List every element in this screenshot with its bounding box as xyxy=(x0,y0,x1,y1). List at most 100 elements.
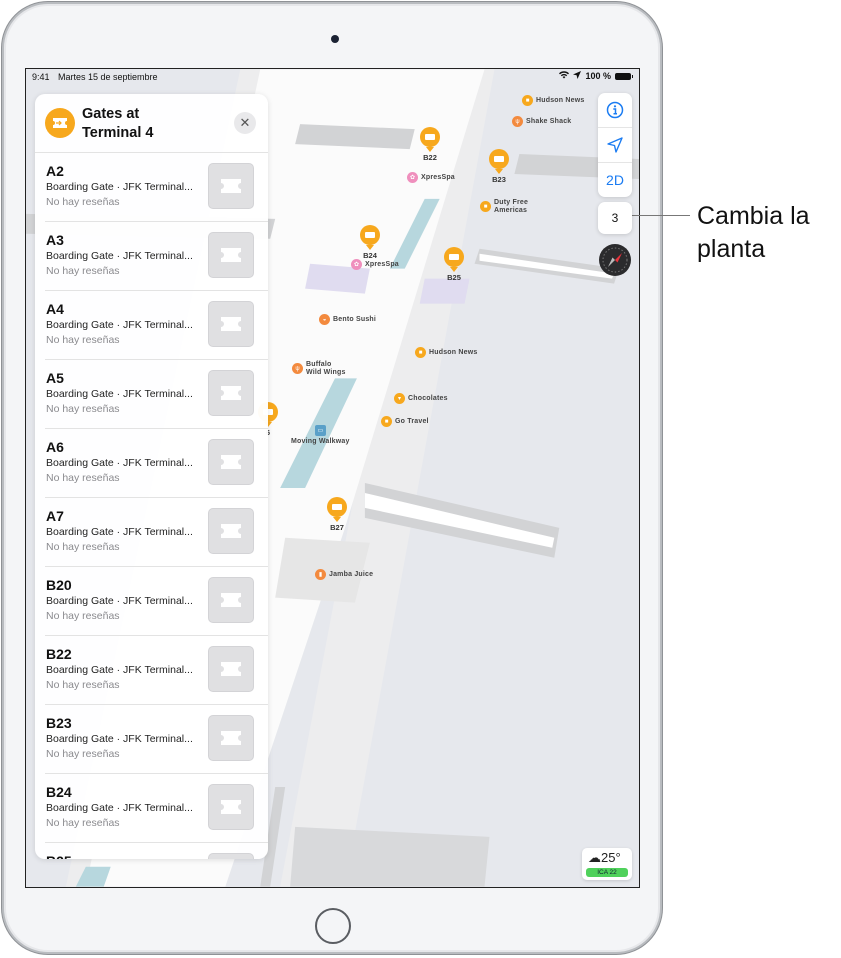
gate-pin[interactable]: B24 xyxy=(360,225,380,260)
status-time: 9:41 xyxy=(32,72,50,82)
poi-marker[interactable]: ▾ Chocolates xyxy=(394,393,448,404)
callout-text: Cambia la planta xyxy=(697,202,810,263)
gate-list-item[interactable]: B25 xyxy=(45,843,268,859)
screen: 9:41 Martes 15 de septiembre 100 % B22 B… xyxy=(25,68,640,888)
cloud-icon: ☁ xyxy=(588,850,601,865)
poi-marker[interactable]: ✿ XpresSpa xyxy=(351,259,399,270)
gate-name: A4 xyxy=(46,301,64,317)
spa-icon: ✿ xyxy=(351,259,362,270)
gate-name: B24 xyxy=(46,784,72,800)
restaurant-icon: ψ xyxy=(292,363,303,374)
poi-marker[interactable]: ψ Buffalo Wild Wings xyxy=(292,361,346,376)
ticket-icon xyxy=(221,317,241,331)
gate-thumbnail xyxy=(208,784,254,830)
poi-marker[interactable]: ▮ Jamba Juice xyxy=(315,569,373,580)
gate-pin-label: B25 xyxy=(447,273,461,282)
floor-picker-button[interactable]: 3 xyxy=(598,202,632,234)
ticket-icon xyxy=(221,731,241,745)
weather-widget[interactable]: ☁25° ICA 22 xyxy=(582,848,632,880)
gate-list-item[interactable]: B23 Boarding Gate · JFK Terminal... No hay… xyxy=(45,705,268,774)
restaurant-icon: ψ xyxy=(512,116,523,127)
gate-subtitle: Boarding Gate · JFK Terminal... xyxy=(46,664,193,676)
ticket-icon xyxy=(221,386,241,400)
sushi-icon: ◒ xyxy=(319,314,330,325)
gate-reviews: No hay reseñas xyxy=(46,472,120,484)
poi-marker[interactable]: ▭ Moving Walkway xyxy=(291,425,350,446)
gate-thumbnail xyxy=(208,577,254,623)
location-button[interactable] xyxy=(598,128,632,163)
gate-pin[interactable]: B27 xyxy=(327,497,347,532)
poi-marker[interactable]: ■ Duty Free Americas xyxy=(480,199,534,214)
gate-name: B25 xyxy=(46,853,72,859)
gates-list: A2 Boarding Gate · JFK Terminal... No hay … xyxy=(35,153,268,859)
gate-name: A6 xyxy=(46,439,64,455)
home-button[interactable] xyxy=(315,908,351,944)
shopping-bag-icon: ■ xyxy=(381,416,392,427)
callout-line xyxy=(628,215,690,216)
gate-pin[interactable]: B23 xyxy=(489,149,509,184)
gate-subtitle: Boarding Gate · JFK Terminal... xyxy=(46,526,193,538)
air-quality-badge: ICA 22 xyxy=(586,868,628,877)
poi-marker[interactable]: ✿ XpresSpa xyxy=(407,172,455,183)
gate-subtitle: Boarding Gate · JFK Terminal... xyxy=(46,733,193,745)
poi-marker[interactable]: ◒ Bento Sushi xyxy=(319,314,376,325)
gate-list-item[interactable]: B22 Boarding Gate · JFK Terminal... No hay… xyxy=(45,636,268,705)
juice-icon: ▮ xyxy=(315,569,326,580)
gate-list-item[interactable]: A7 Boarding Gate · JFK Terminal... No hay … xyxy=(45,498,268,567)
battery-percent: 100 % xyxy=(585,71,611,81)
gate-thumbnail xyxy=(208,163,254,209)
ticket-icon xyxy=(221,524,241,538)
info-button[interactable] xyxy=(598,93,632,128)
boarding-gate-icon xyxy=(45,108,75,138)
ticket-icon xyxy=(221,179,241,193)
gate-name: A2 xyxy=(46,163,64,179)
gate-subtitle: Boarding Gate · JFK Terminal... xyxy=(46,595,193,607)
gate-reviews: No hay reseñas xyxy=(46,748,120,760)
gate-reviews: No hay reseñas xyxy=(46,679,120,691)
gate-thumbnail xyxy=(208,439,254,485)
gate-list-item[interactable]: A6 Boarding Gate · JFK Terminal... No hay … xyxy=(45,429,268,498)
panel-header: Gates at Terminal 4 ✕ xyxy=(35,94,268,153)
front-camera xyxy=(331,35,339,43)
ticket-icon xyxy=(221,662,241,676)
gate-list-item[interactable]: A5 Boarding Gate · JFK Terminal... No hay … xyxy=(45,360,268,429)
gate-pin-label: B27 xyxy=(330,523,344,532)
gate-list-item[interactable]: B24 Boarding Gate · JFK Terminal... No hay… xyxy=(45,774,268,843)
ticket-icon xyxy=(221,593,241,607)
gate-reviews: No hay reseñas xyxy=(46,817,120,829)
ticket-icon xyxy=(221,248,241,262)
gate-list-item[interactable]: B20 Boarding Gate · JFK Terminal... No hay… xyxy=(45,567,268,636)
compass-button[interactable] xyxy=(599,244,631,276)
gate-reviews: No hay reseñas xyxy=(46,541,120,553)
gate-pin[interactable]: B25 xyxy=(444,247,464,282)
gate-thumbnail xyxy=(208,301,254,347)
gate-reviews: No hay reseñas xyxy=(46,265,120,277)
poi-marker[interactable]: ■ Go Travel xyxy=(381,416,429,427)
gate-thumbnail xyxy=(208,715,254,761)
close-icon: ✕ xyxy=(239,115,251,130)
poi-marker[interactable]: ■ Hudson News xyxy=(522,95,584,106)
status-bar: 9:41 Martes 15 de septiembre 100 % xyxy=(26,69,639,85)
gate-subtitle: Boarding Gate · JFK Terminal... xyxy=(46,802,193,814)
poi-marker[interactable]: ψ Shake Shack xyxy=(512,116,571,127)
shopping-bag-icon: ■ xyxy=(415,347,426,358)
gate-subtitle: Boarding Gate · JFK Terminal... xyxy=(46,388,193,400)
close-button[interactable]: ✕ xyxy=(234,112,256,134)
weather-temp: ☁25° xyxy=(588,850,621,865)
gate-name: B20 xyxy=(46,577,72,593)
location-arrow-icon xyxy=(607,137,623,153)
gate-list-item[interactable]: A3 Boarding Gate · JFK Terminal... No hay … xyxy=(45,222,268,291)
gate-pin[interactable]: B22 xyxy=(420,127,440,162)
info-icon xyxy=(606,101,624,119)
panel-title: Gates at Terminal 4 xyxy=(82,106,154,141)
gate-list-item[interactable]: A4 Boarding Gate · JFK Terminal... No hay … xyxy=(45,291,268,360)
status-date: Martes 15 de septiembre xyxy=(58,72,158,82)
poi-marker[interactable]: ■ Hudson News xyxy=(415,347,477,358)
gate-name: A5 xyxy=(46,370,64,386)
gate-pin-label: B23 xyxy=(492,175,506,184)
gate-list-item[interactable]: A2 Boarding Gate · JFK Terminal... No hay … xyxy=(45,153,268,222)
view-mode-button[interactable]: 2D xyxy=(598,163,632,197)
gate-subtitle: Boarding Gate · JFK Terminal... xyxy=(46,250,193,262)
gate-name: B23 xyxy=(46,715,72,731)
gate-name: B22 xyxy=(46,646,72,662)
